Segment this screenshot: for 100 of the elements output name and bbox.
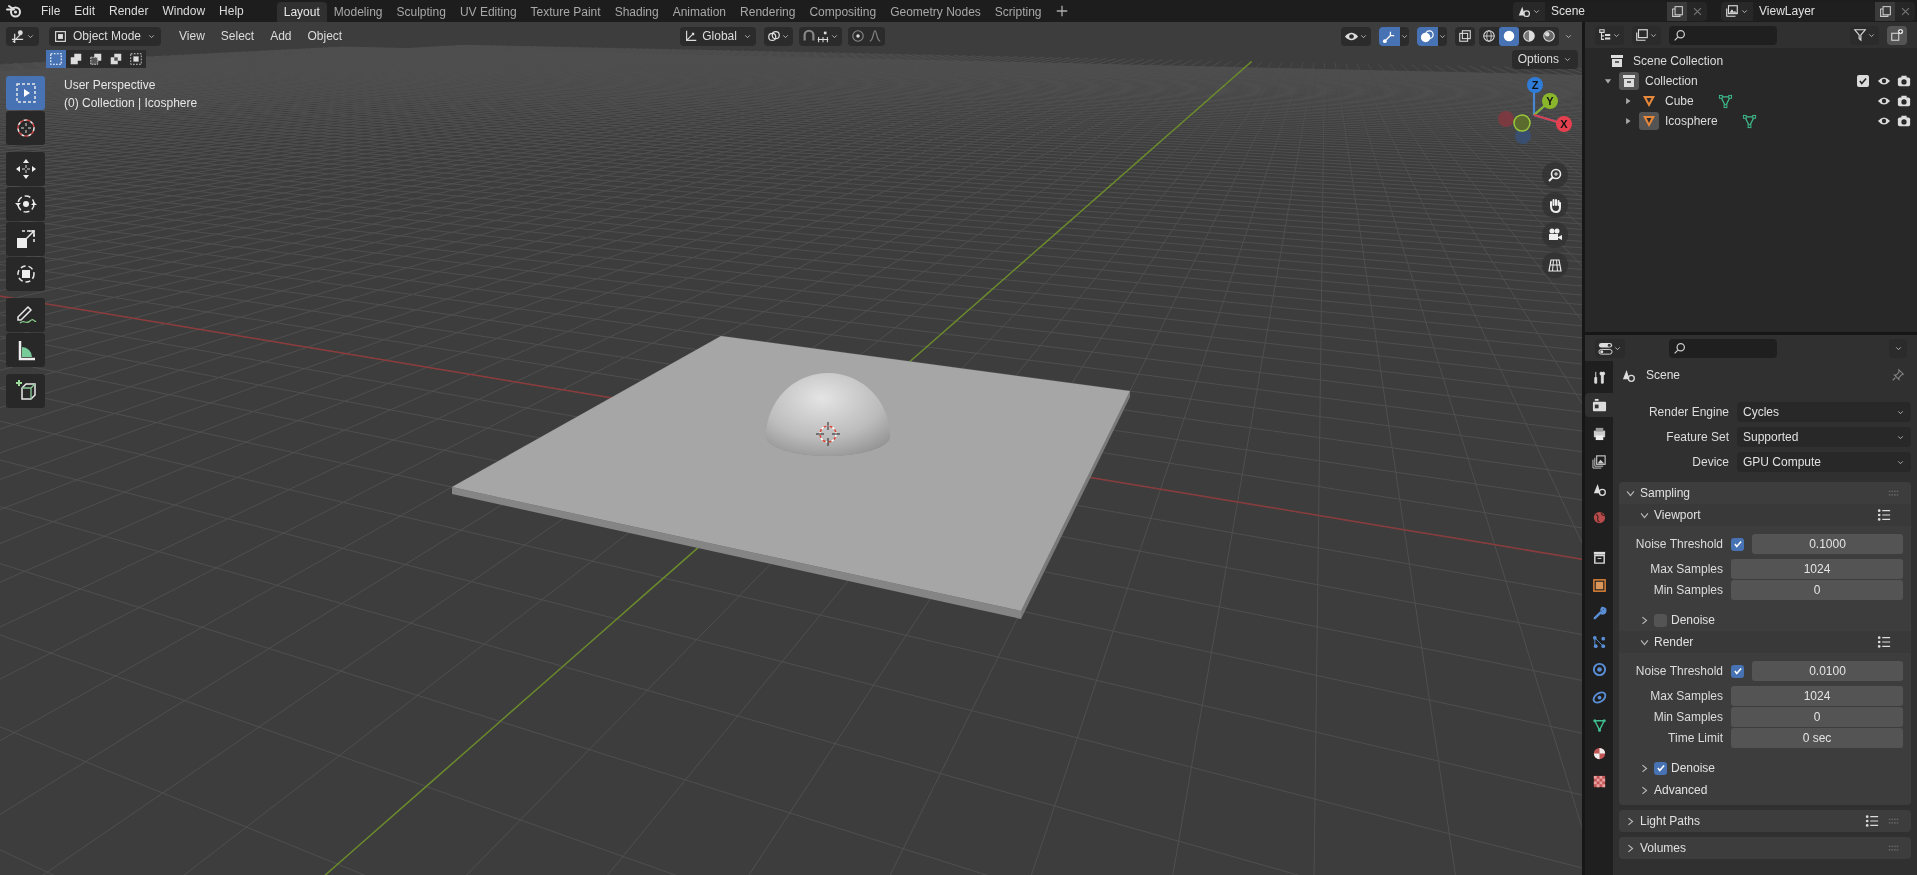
checkbox[interactable] bbox=[1731, 537, 1744, 551]
workspace-tab[interactable]: Animation bbox=[665, 2, 734, 22]
visibility-button[interactable] bbox=[1341, 26, 1371, 46]
number-field[interactable]: 0 bbox=[1731, 580, 1903, 600]
menu-item[interactable]: Add bbox=[262, 26, 300, 46]
pan-button[interactable] bbox=[1542, 192, 1568, 218]
tool-button[interactable] bbox=[6, 374, 45, 408]
panel-header[interactable]: Denoise bbox=[1671, 611, 1716, 629]
gizmo-toggle[interactable] bbox=[1379, 26, 1409, 46]
properties-tab[interactable] bbox=[1585, 393, 1613, 417]
pivot-button[interactable] bbox=[764, 26, 794, 46]
options-dropdown[interactable]: Options bbox=[1511, 49, 1578, 69]
menu-item[interactable]: View bbox=[171, 26, 213, 46]
workspace-tab[interactable]: Rendering bbox=[733, 2, 803, 22]
tool-button[interactable] bbox=[6, 152, 45, 186]
chevron-right-icon[interactable] bbox=[1639, 784, 1650, 796]
outliner-item[interactable]: Collection bbox=[1645, 72, 1698, 90]
presets-list-icon[interactable] bbox=[1865, 814, 1879, 828]
outliner-item[interactable]: Icosphere bbox=[1665, 112, 1718, 130]
filter-button[interactable] bbox=[1850, 25, 1879, 45]
add-workspace-icon[interactable] bbox=[1054, 4, 1069, 18]
tool-button[interactable] bbox=[6, 187, 45, 221]
selection-mode-button[interactable] bbox=[126, 50, 146, 68]
view-layer-filter-button[interactable] bbox=[1632, 25, 1661, 45]
shading-mode-button[interactable] bbox=[1499, 26, 1519, 46]
exclude-checkbox[interactable] bbox=[1857, 75, 1869, 87]
close-button[interactable] bbox=[1687, 1, 1707, 21]
editor-type-button[interactable] bbox=[1595, 338, 1625, 358]
copy-button[interactable] bbox=[1875, 1, 1895, 21]
menu-item[interactable]: Edit bbox=[67, 1, 103, 21]
menu-item[interactable]: File bbox=[34, 1, 68, 21]
workspace-tab[interactable]: Layout bbox=[276, 2, 327, 22]
mesh-data-icon[interactable] bbox=[1741, 113, 1757, 129]
tool-button[interactable] bbox=[6, 333, 45, 367]
menu-item[interactable]: Object bbox=[299, 26, 351, 46]
panel-header[interactable]: Advanced bbox=[1654, 781, 1708, 799]
camera-view-button[interactable] bbox=[1542, 222, 1568, 248]
outliner-item[interactable]: Scene Collection bbox=[1633, 52, 1724, 70]
panel-header[interactable]: Volumes bbox=[1640, 839, 1687, 857]
xray-button[interactable] bbox=[1455, 26, 1475, 46]
presets-list-icon[interactable] bbox=[1877, 508, 1891, 522]
outliner-item[interactable]: Cube bbox=[1665, 92, 1694, 110]
workspace-tab[interactable]: Shading bbox=[607, 2, 666, 22]
expanded-triangle-icon[interactable] bbox=[1603, 76, 1613, 86]
projection-button[interactable] bbox=[1542, 252, 1568, 278]
camera-icon[interactable] bbox=[1897, 94, 1911, 108]
menu-item[interactable]: Select bbox=[212, 26, 263, 46]
overlays-toggle-button[interactable] bbox=[1417, 26, 1438, 46]
camera-icon[interactable] bbox=[1897, 114, 1911, 128]
panel-header[interactable]: Denoise bbox=[1671, 759, 1716, 777]
workspace-tab[interactable]: UV Editing bbox=[452, 2, 524, 22]
workspace-tab[interactable]: Sculpting bbox=[389, 2, 453, 22]
panel-header[interactable]: Render bbox=[1654, 633, 1694, 651]
workspace-tab[interactable]: Scripting bbox=[987, 2, 1049, 22]
presets-list-icon[interactable] bbox=[1877, 635, 1891, 649]
search-field[interactable] bbox=[1669, 25, 1777, 45]
selector-button[interactable] bbox=[1513, 1, 1545, 21]
pin-icon[interactable] bbox=[1891, 368, 1905, 382]
collapsed-triangle-icon[interactable] bbox=[1623, 116, 1633, 126]
number-field[interactable]: 0 sec bbox=[1731, 728, 1903, 748]
zoom-button[interactable] bbox=[1542, 162, 1568, 188]
workspace-tab[interactable]: Texture Paint bbox=[523, 2, 608, 22]
panel-header[interactable]: Sampling bbox=[1640, 484, 1691, 502]
snap-button[interactable] bbox=[799, 26, 843, 46]
workspace-tab[interactable]: Compositing bbox=[802, 2, 884, 22]
chevron-right-icon[interactable] bbox=[1625, 815, 1636, 827]
overlays-toggle[interactable] bbox=[1417, 26, 1447, 46]
tool-button[interactable] bbox=[6, 298, 45, 332]
tool-button[interactable] bbox=[6, 222, 45, 256]
close-button[interactable] bbox=[1895, 1, 1915, 21]
collapsed-triangle-icon[interactable] bbox=[1623, 96, 1633, 106]
checkbox[interactable] bbox=[1731, 664, 1744, 678]
editor-type-button[interactable] bbox=[6, 26, 39, 46]
chevron-right-icon[interactable] bbox=[1639, 762, 1650, 774]
camera-icon[interactable] bbox=[1897, 74, 1911, 88]
selection-mode-button[interactable] bbox=[66, 50, 86, 68]
number-field[interactable]: 0.1000 bbox=[1752, 534, 1903, 554]
tool-button[interactable] bbox=[6, 257, 45, 291]
workspace-tab[interactable]: Modeling bbox=[326, 2, 390, 22]
gizmo-toggle-button[interactable] bbox=[1379, 26, 1400, 46]
selector-button[interactable] bbox=[1721, 1, 1753, 21]
search-field[interactable] bbox=[1669, 338, 1777, 358]
number-field[interactable]: 1024 bbox=[1731, 559, 1903, 579]
number-field[interactable]: 0.0100 bbox=[1752, 661, 1903, 681]
number-field[interactable]: 0 bbox=[1731, 707, 1903, 727]
dropdown[interactable]: Supported bbox=[1737, 427, 1911, 447]
mode-dropdown[interactable]: Object Mode bbox=[49, 26, 161, 46]
chevron-right-icon[interactable] bbox=[1639, 614, 1650, 626]
chevron-right-icon[interactable] bbox=[1625, 842, 1636, 854]
number-field[interactable]: 1024 bbox=[1731, 686, 1903, 706]
dropdown[interactable]: GPU Compute bbox=[1737, 452, 1911, 472]
display-mode-button[interactable] bbox=[1595, 25, 1624, 45]
proportional-edit-button[interactable] bbox=[848, 26, 886, 46]
menu-item[interactable]: Help bbox=[212, 1, 251, 21]
panel-header[interactable]: Light Paths bbox=[1640, 812, 1701, 830]
copy-button[interactable] bbox=[1667, 1, 1687, 21]
new-collection-button[interactable] bbox=[1887, 25, 1907, 45]
app-logo-icon[interactable] bbox=[6, 3, 22, 19]
checkbox[interactable] bbox=[1654, 761, 1667, 775]
mesh-data-icon[interactable] bbox=[1717, 93, 1733, 109]
